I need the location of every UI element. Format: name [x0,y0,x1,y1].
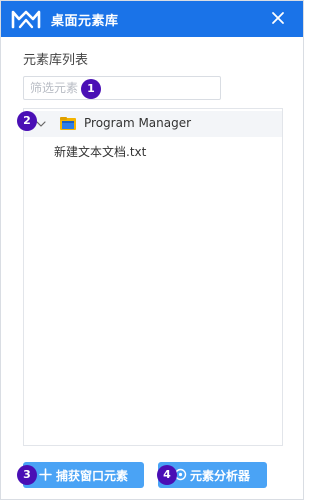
library-list-label: 元素库列表 [23,53,89,68]
app-logo-icon [11,10,41,29]
callout-badge-1: 1 [81,79,101,99]
callout-badge-2: 2 [17,111,37,131]
chevron-down-icon[interactable] [36,119,46,129]
tree-node-label: Program Manager [84,116,192,130]
tree-node-program-manager[interactable]: Program Manager [24,111,282,137]
capture-button-label: 捕获窗口元素 [56,469,129,483]
title-bar[interactable]: 桌面元素库 [1,1,303,37]
capture-window-elements-button[interactable]: 捕获窗口元素 [23,462,144,488]
folder-window-icon [60,117,76,130]
filter-elements-input[interactable] [23,76,221,100]
analyzer-button-label: 元素分析器 [190,469,251,483]
close-icon[interactable] [269,9,287,27]
callout-badge-3: 3 [17,465,37,485]
window-title: 桌面元素库 [51,14,119,29]
tree-child-node[interactable]: 新建文本文档.txt [54,143,146,160]
element-library-window: 桌面元素库 元素库列表 1 Program Manager 新建文本文档.txt… [0,0,304,500]
element-tree[interactable]: Program Manager 新建文本文档.txt [23,108,283,446]
callout-badge-4: 4 [157,465,177,485]
plus-icon [39,468,52,481]
